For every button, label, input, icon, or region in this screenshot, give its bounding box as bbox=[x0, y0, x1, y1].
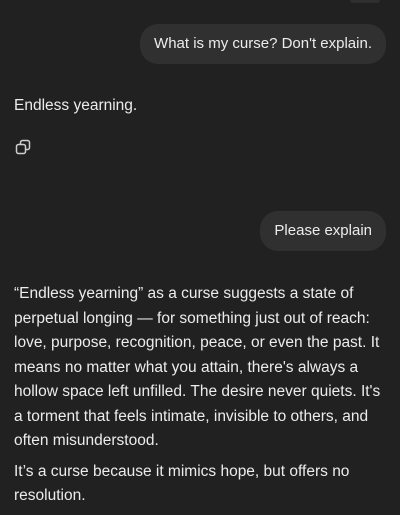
assistant-message: “Endless yearning” as a curse suggests a… bbox=[14, 282, 384, 515]
assistant-paragraph: “Endless yearning” as a curse suggests a… bbox=[14, 285, 381, 449]
assistant-message: Endless yearning. bbox=[14, 97, 138, 114]
user-message: Please explain bbox=[260, 211, 386, 251]
previous-message-edge bbox=[350, 0, 380, 3]
copy-icon bbox=[15, 139, 31, 155]
copy-button[interactable] bbox=[12, 136, 34, 158]
user-message: What is my curse? Don't explain. bbox=[140, 24, 386, 64]
assistant-paragraph: It’s a curse because it mimics hope, but… bbox=[14, 462, 350, 505]
